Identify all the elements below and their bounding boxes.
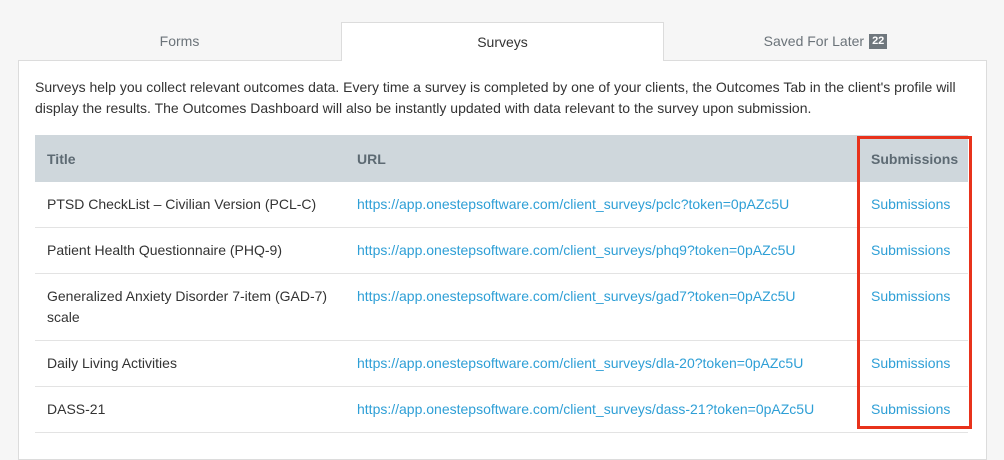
submissions-link[interactable]: Submissions [871, 194, 950, 215]
survey-url-link[interactable]: https://app.onestepsoftware.com/client_s… [357, 399, 814, 420]
table-row: Daily Living Activities https://app.ones… [35, 341, 968, 387]
saved-count-badge: 22 [869, 33, 888, 49]
table-row: PTSD CheckList – Civilian Version (PCL-C… [35, 182, 968, 228]
survey-title: Daily Living Activities [47, 355, 177, 371]
table-row: Generalized Anxiety Disorder 7-item (GAD… [35, 274, 968, 341]
column-header-url: URL [357, 151, 386, 167]
surveys-table: Title URL Submissions PTSD CheckList – C… [35, 135, 968, 433]
survey-title: Generalized Anxiety Disorder 7-item (GAD… [47, 288, 328, 325]
submissions-link[interactable]: Submissions [871, 399, 950, 420]
surveys-intro-text: Surveys help you collect relevant outcom… [35, 79, 956, 116]
survey-title: DASS-21 [47, 401, 106, 417]
tab-forms-label: Forms [159, 33, 200, 49]
tab-surveys[interactable]: Surveys [341, 22, 664, 61]
submissions-link[interactable]: Submissions [871, 240, 950, 261]
tab-surveys-label: Surveys [477, 34, 528, 50]
survey-url-link[interactable]: https://app.onestepsoftware.com/client_s… [357, 286, 796, 307]
table-header: Title URL Submissions [35, 135, 968, 182]
submissions-link[interactable]: Submissions [871, 286, 950, 307]
tab-bar: Forms Surveys Saved For Later 22 [18, 22, 987, 61]
table-row: DASS-21 https://app.onestepsoftware.com/… [35, 387, 968, 433]
submissions-link[interactable]: Submissions [871, 353, 950, 374]
survey-url-link[interactable]: https://app.onestepsoftware.com/client_s… [357, 240, 796, 261]
survey-title: Patient Health Questionnaire (PHQ-9) [47, 242, 282, 258]
survey-title: PTSD CheckList – Civilian Version (PCL-C… [47, 196, 317, 212]
table-row: Patient Health Questionnaire (PHQ-9) htt… [35, 228, 968, 274]
survey-url-link[interactable]: https://app.onestepsoftware.com/client_s… [357, 194, 789, 215]
column-header-title: Title [47, 151, 76, 167]
column-header-submissions: Submissions [871, 151, 959, 167]
tab-saved-for-later-label: Saved For Later [763, 33, 865, 49]
tab-forms[interactable]: Forms [18, 22, 341, 61]
survey-url-link[interactable]: https://app.onestepsoftware.com/client_s… [357, 353, 803, 374]
tab-saved-for-later[interactable]: Saved For Later 22 [664, 22, 987, 61]
